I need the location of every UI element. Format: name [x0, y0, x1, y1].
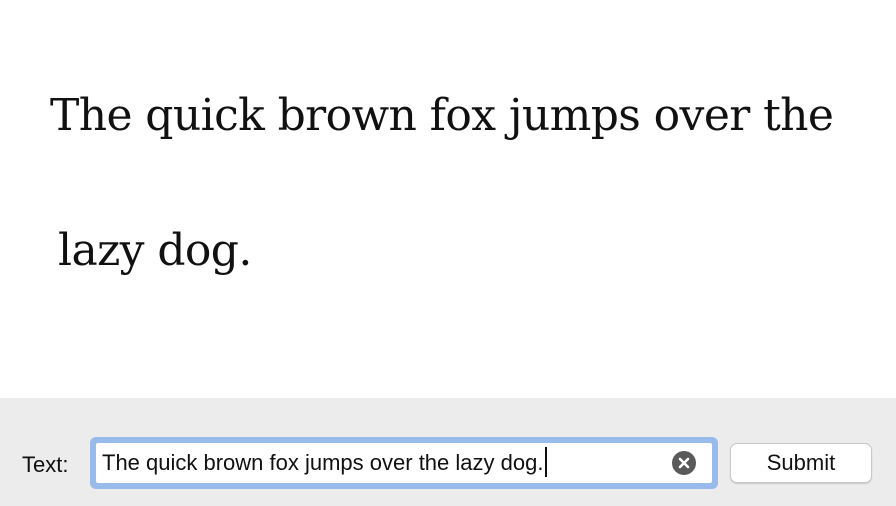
display-text-line: lazy dog.: [58, 225, 252, 276]
text-display-area: The quick brown fox jumps over the lazy …: [0, 0, 896, 398]
text-input-value: The quick brown fox jumps over the lazy …: [102, 450, 544, 475]
text-input-focus-ring: The quick brown fox jumps over the lazy …: [90, 437, 718, 489]
clear-icon[interactable]: [672, 451, 696, 475]
text-label: Text:: [22, 452, 69, 477]
app-window: The quick brown fox jumps over the lazy …: [0, 0, 896, 506]
text-caret: [545, 447, 547, 478]
display-text-line: The quick brown fox jumps over the: [50, 90, 834, 141]
text-input[interactable]: The quick brown fox jumps over the lazy …: [102, 443, 662, 483]
submit-button[interactable]: Submit: [730, 443, 872, 483]
text-input-box[interactable]: The quick brown fox jumps over the lazy …: [96, 443, 712, 483]
